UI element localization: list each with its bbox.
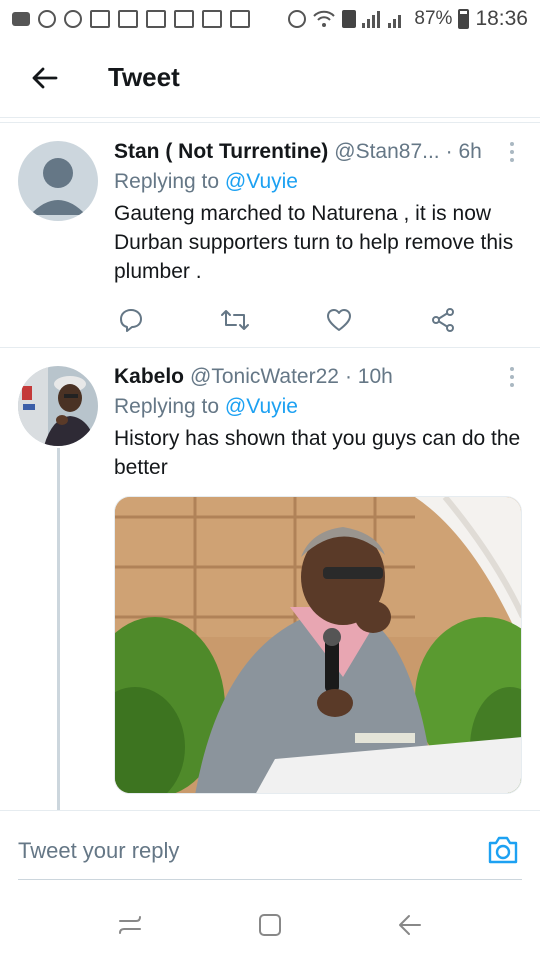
- back-nav-icon: [399, 915, 421, 935]
- gmail-icon: [90, 10, 110, 28]
- reply-button[interactable]: [114, 305, 148, 335]
- replying-to: Replying to @Vuyie: [114, 167, 522, 197]
- tweet-header: Stan ( Not Turrentine) @Stan87... · 6h: [114, 137, 522, 167]
- clock: 18:36: [475, 7, 528, 30]
- share-icon: [432, 308, 454, 332]
- gmail-icon: [118, 10, 138, 28]
- recent-apps-button[interactable]: [110, 905, 150, 945]
- camera-icon: [488, 836, 518, 864]
- share-button[interactable]: [426, 305, 460, 335]
- tweet-image[interactable]: [114, 496, 522, 794]
- app-header: Tweet: [0, 38, 540, 118]
- mention-link[interactable]: @Vuyie: [225, 170, 298, 193]
- profile-photo: [18, 366, 98, 446]
- arrow-left-icon: [32, 67, 58, 88]
- gallery-icon: [174, 10, 194, 28]
- timestamp: · 6h: [445, 140, 482, 163]
- system-icons: 87% 18:36: [288, 7, 528, 31]
- username[interactable]: @Stan87...: [334, 137, 439, 167]
- image-icon: [230, 10, 250, 28]
- tweet[interactable]: Kabelo @TonicWater22 · 10h Replying to @…: [0, 348, 540, 810]
- avatar[interactable]: [18, 366, 98, 446]
- reply-composer: [0, 810, 540, 890]
- alarm-icon: [288, 10, 307, 28]
- home-button[interactable]: [250, 905, 290, 945]
- battery-icon: [458, 9, 470, 29]
- reply-input[interactable]: [18, 833, 468, 869]
- mention-link[interactable]: @Vuyie: [225, 395, 298, 418]
- like-button[interactable]: [322, 305, 356, 335]
- heart-icon: [327, 309, 351, 331]
- page-title: Tweet: [108, 62, 180, 92]
- sim-icon: [342, 10, 357, 28]
- whatsapp-icon: [38, 10, 56, 28]
- display-name[interactable]: Kabelo: [114, 362, 184, 392]
- replying-to-label: Replying to: [114, 170, 225, 193]
- camera-button[interactable]: [486, 833, 520, 867]
- checkbox-icon: [202, 10, 222, 28]
- tweet-actions: [114, 305, 460, 335]
- default-avatar-icon: [30, 158, 86, 215]
- message-icon: [12, 12, 30, 26]
- photo-man-with-microphone: [115, 497, 521, 793]
- wifi-icon: [313, 10, 336, 27]
- battery-percent: 87%: [414, 8, 453, 29]
- back-nav-button[interactable]: [390, 905, 430, 945]
- reply-icon: [120, 309, 142, 332]
- thread-line: [57, 448, 60, 810]
- notification-icons: [12, 10, 250, 28]
- signal-icon: [362, 10, 382, 28]
- android-nav-bar: [0, 890, 540, 960]
- chat-icon: [64, 10, 82, 28]
- home-icon: [259, 914, 281, 936]
- replying-to: Replying to @Vuyie: [114, 392, 522, 422]
- display-name[interactable]: Stan ( Not Turrentine): [114, 137, 328, 167]
- tweet[interactable]: Stan ( Not Turrentine) @Stan87... · 6h R…: [0, 122, 540, 348]
- status-bar: 87% 18:36: [0, 0, 540, 38]
- tweet-text: History has shown that you guys can do t…: [114, 427, 521, 479]
- tweet-text: Gauteng marched to Naturena , it is now …: [114, 202, 514, 283]
- avatar[interactable]: [18, 141, 98, 221]
- input-underline: [18, 879, 522, 880]
- back-button[interactable]: [14, 48, 74, 108]
- retweet-icon: [221, 310, 249, 330]
- username[interactable]: @TonicWater22: [190, 362, 339, 392]
- tweet-content: Stan ( Not Turrentine) @Stan87... · 6h R…: [114, 137, 522, 286]
- tweet-content: Kabelo @TonicWater22 · 10h Replying to @…: [114, 362, 522, 482]
- gmail-icon: [146, 10, 166, 28]
- recent-apps-icon: [119, 916, 141, 934]
- signal-icon: [388, 10, 408, 28]
- retweet-button[interactable]: [218, 305, 252, 335]
- timestamp: · 10h: [344, 365, 393, 388]
- tweet-header: Kabelo @TonicWater22 · 10h: [114, 362, 522, 392]
- replying-to-label: Replying to: [114, 395, 225, 418]
